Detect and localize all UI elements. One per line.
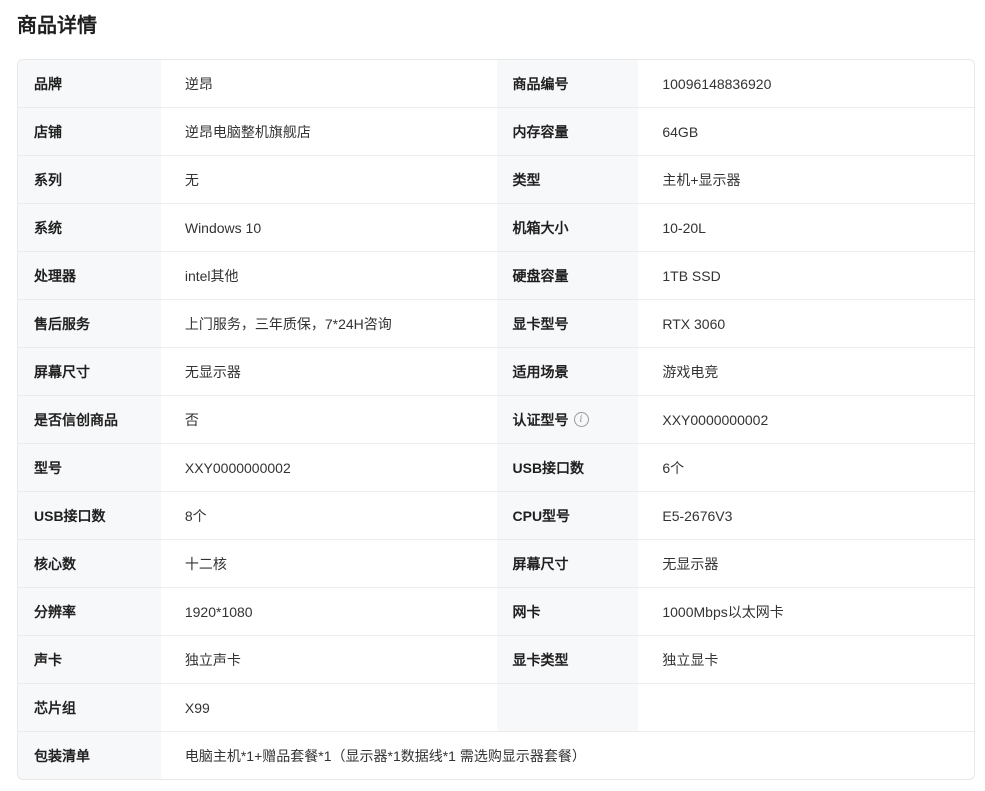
spec-value: 无显示器 xyxy=(662,555,719,572)
spec-value: X99 xyxy=(184,699,210,716)
spec-value: 1920*1080 xyxy=(184,603,253,620)
spec-key: 包装清单 xyxy=(18,732,161,779)
table-row: 分辨率 1920*1080 网卡 1000Mbps以太网卡 xyxy=(18,588,974,636)
spec-key: 屏幕尺寸 xyxy=(18,348,161,395)
spec-key: CPU型号 xyxy=(496,492,639,539)
info-icon[interactable]: i xyxy=(573,412,589,427)
spec-key: 分辨率 xyxy=(18,588,161,635)
spec-value: 1000Mbps以太网卡 xyxy=(662,603,784,620)
spec-value: 1TB SSD xyxy=(662,267,721,284)
spec-value: 6个 xyxy=(662,459,685,476)
spec-value: Windows 10 xyxy=(184,219,262,236)
spec-value: 逆昂电脑整机旗舰店 xyxy=(184,123,311,140)
table-row: 核心数 十二核 屏幕尺寸 无显示器 xyxy=(18,540,974,588)
spec-value: 独立声卡 xyxy=(184,651,241,668)
spec-key: 品牌 xyxy=(18,60,161,107)
table-row: 型号 XXY0000000002 USB接口数 6个 xyxy=(18,444,974,492)
table-row: 品牌 逆昂 商品编号 10096148836920 xyxy=(18,60,974,108)
spec-value: 独立显卡 xyxy=(662,651,719,668)
spec-value: 64GB xyxy=(662,123,699,140)
spec-key: 处理器 xyxy=(18,252,161,299)
spec-value: 否 xyxy=(184,411,199,428)
spec-table: 品牌 逆昂 商品编号 10096148836920 店铺 逆昂电脑整机旗舰店 内… xyxy=(17,59,975,780)
table-row: 是否信创商品 否 认证型号 i XXY0000000002 xyxy=(18,396,974,444)
spec-key: 商品编号 xyxy=(496,60,639,107)
spec-key: 显卡类型 xyxy=(496,636,639,683)
spec-value: XXY0000000002 xyxy=(662,411,769,428)
spec-key: USB接口数 xyxy=(18,492,161,539)
spec-value: 游戏电竞 xyxy=(662,363,719,380)
spec-key: 硬盘容量 xyxy=(496,252,639,299)
spec-key-with-info: 认证型号 i xyxy=(496,396,639,443)
empty-cell xyxy=(638,684,974,731)
spec-key: 型号 xyxy=(18,444,161,491)
empty-cell xyxy=(496,684,639,731)
spec-key: 机箱大小 xyxy=(496,204,639,251)
spec-value: 无 xyxy=(184,171,199,188)
spec-key: 是否信创商品 xyxy=(18,396,161,443)
spec-value: 主机+显示器 xyxy=(662,171,741,188)
spec-value: 逆昂 xyxy=(184,75,213,92)
spec-key: 系列 xyxy=(18,156,161,203)
spec-key: USB接口数 xyxy=(496,444,639,491)
page-title: 商品详情 xyxy=(17,15,97,37)
spec-value: 十二核 xyxy=(184,555,227,572)
spec-key: 系统 xyxy=(18,204,161,251)
table-row: USB接口数 8个 CPU型号 E5-2676V3 xyxy=(18,492,974,540)
spec-value: 10096148836920 xyxy=(662,75,772,92)
spec-key: 显卡型号 xyxy=(496,300,639,347)
spec-key: 核心数 xyxy=(18,540,161,587)
spec-key: 适用场景 xyxy=(496,348,639,395)
spec-value: intel其他 xyxy=(184,267,239,284)
table-row: 芯片组 X99 xyxy=(18,684,974,732)
spec-value: E5-2676V3 xyxy=(662,507,733,524)
table-row: 包装清单 电脑主机*1+赠品套餐*1（显示器*1数据线*1 需选购显示器套餐） xyxy=(18,732,974,779)
table-row: 处理器 intel其他 硬盘容量 1TB SSD xyxy=(18,252,974,300)
spec-key: 内存容量 xyxy=(496,108,639,155)
spec-value: 无显示器 xyxy=(184,363,241,380)
spec-key: 声卡 xyxy=(18,636,161,683)
spec-value: RTX 3060 xyxy=(662,315,726,332)
spec-key: 店铺 xyxy=(18,108,161,155)
spec-value: 10-20L xyxy=(662,219,706,236)
spec-key: 售后服务 xyxy=(18,300,161,347)
spec-value: 上门服务，三年质保，7*24H咨询 xyxy=(184,315,392,332)
spec-key: 网卡 xyxy=(496,588,639,635)
table-row: 系统 Windows 10 机箱大小 10-20L xyxy=(18,204,974,252)
table-row: 系列 无 类型 主机+显示器 xyxy=(18,156,974,204)
table-row: 售后服务 上门服务，三年质保，7*24H咨询 显卡型号 RTX 3060 xyxy=(18,300,974,348)
spec-value: XXY0000000002 xyxy=(184,459,291,476)
table-row: 声卡 独立声卡 显卡类型 独立显卡 xyxy=(18,636,974,684)
spec-key: 类型 xyxy=(496,156,639,203)
spec-value: 8个 xyxy=(184,507,207,524)
spec-value: 电脑主机*1+赠品套餐*1（显示器*1数据线*1 需选购显示器套餐） xyxy=(184,747,586,764)
spec-key: 屏幕尺寸 xyxy=(496,540,639,587)
table-row: 店铺 逆昂电脑整机旗舰店 内存容量 64GB xyxy=(18,108,974,156)
table-row: 屏幕尺寸 无显示器 适用场景 游戏电竞 xyxy=(18,348,974,396)
spec-key-label: 认证型号 xyxy=(512,411,569,428)
spec-key: 芯片组 xyxy=(18,684,161,731)
